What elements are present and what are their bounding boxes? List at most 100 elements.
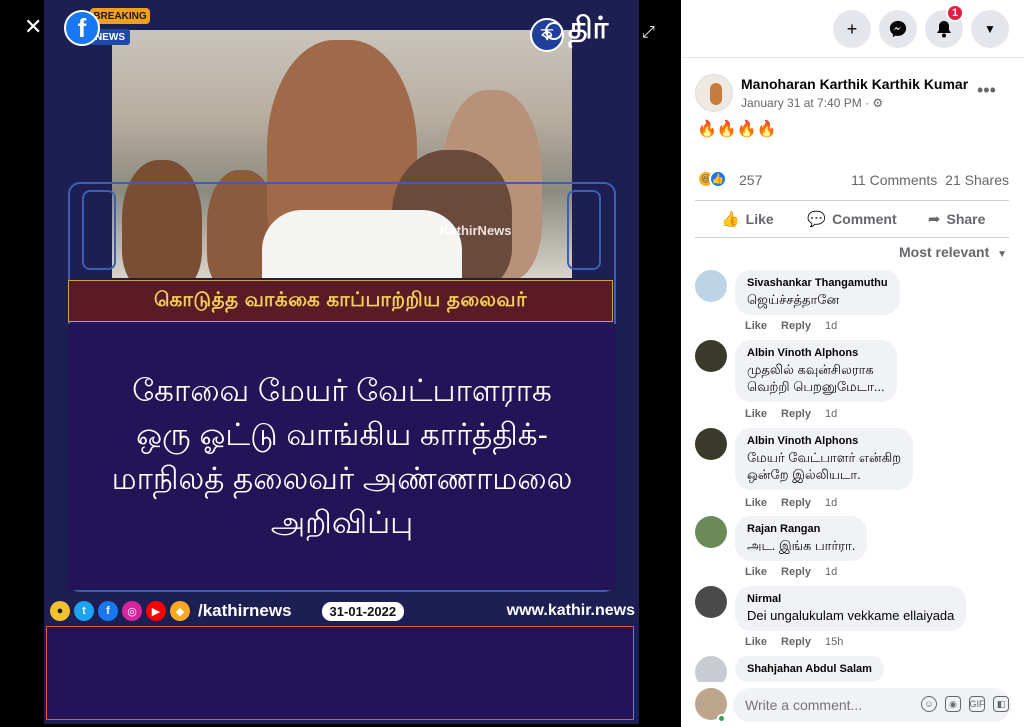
- news-poster-image: கொடுத்த வாக்கை காப்பாற்றிய தலைவர் கோவை ம…: [44, 0, 639, 724]
- comment-like-link[interactable]: Like: [745, 566, 767, 578]
- comment-bubble: Nirmal Dei ungalukulam vekkame ellaiyada: [735, 586, 967, 631]
- photo-watermark: KathirNews: [440, 223, 512, 238]
- post-text: 🔥🔥🔥🔥: [697, 121, 777, 138]
- commenter-avatar[interactable]: [695, 428, 727, 460]
- comment-reply-link[interactable]: Reply: [781, 636, 811, 648]
- poster-bottom-box: [46, 626, 634, 720]
- comments-shares-count[interactable]: 11 Comments 21 Shares: [851, 172, 1009, 188]
- gif-icon[interactable]: GIF: [969, 696, 985, 712]
- commenter-name[interactable]: Albin Vinoth Alphons: [747, 347, 885, 359]
- commenter-avatar[interactable]: [695, 586, 727, 618]
- facebook-icon: f: [98, 601, 118, 621]
- comment: Albin Vinoth Alphons முதலில் கவுன்சிலராக…: [695, 340, 1015, 420]
- post-stats: 😆 👍 257 11 Comments 21 Shares: [697, 168, 1009, 190]
- photo-viewer: கொடுத்த வாக்கை காப்பாற்றிய தலைவர் கோவை ம…: [0, 0, 681, 727]
- poster-body-line: கோவை மேயர் வேட்பாளராக: [132, 373, 552, 408]
- comments-count[interactable]: 11 Comments: [851, 172, 937, 188]
- commenter-name[interactable]: Albin Vinoth Alphons: [747, 435, 901, 447]
- comment-bubble: Sivashankar Thangamuthu ஜெய்ச்சத்தானே: [735, 270, 900, 315]
- brand-text: திர்: [568, 12, 609, 45]
- commenter-name[interactable]: Rajan Rangan: [747, 523, 855, 535]
- comment-time[interactable]: 1d: [825, 408, 837, 420]
- poster-date: 31-01-2022: [321, 601, 405, 621]
- comment-text: முதலில் கவுன்சிலராக: [747, 362, 874, 377]
- online-status-icon: [717, 714, 726, 723]
- commenter-avatar[interactable]: [695, 516, 727, 548]
- comment-bubble: Albin Vinoth Alphons மேயர் வேட்பாளர் என்…: [735, 428, 914, 490]
- comment-text: Dei ungalukulam vekkame ellaiyada: [747, 608, 955, 623]
- poster-website: www.kathir.news: [506, 602, 635, 619]
- comment-reply-link[interactable]: Reply: [781, 566, 811, 578]
- emoji-icon[interactable]: ☺: [921, 696, 937, 712]
- chevron-down-icon: ▼: [997, 249, 1008, 260]
- like-button[interactable]: 👍 Like: [695, 201, 800, 237]
- post-actions: 👍 Like 💬 Comment ➦ Share: [695, 200, 1009, 238]
- messenger-icon[interactable]: [879, 10, 917, 48]
- post-author-name[interactable]: Manoharan Karthik Karthik Kumar: [741, 76, 968, 92]
- zoom-icon[interactable]: [545, 22, 563, 40]
- notification-badge: 1: [946, 4, 964, 22]
- comment-text: மேயர் வேட்பாளர் என்கிற: [747, 450, 902, 465]
- plus-icon[interactable]: +: [833, 10, 871, 48]
- comment: Shahjahan Abdul Salam: [695, 656, 1015, 682]
- reaction-count[interactable]: 257: [739, 172, 762, 188]
- caret-down-icon[interactable]: ▼: [971, 10, 1009, 48]
- comment-sort-dropdown[interactable]: Most relevant ▼: [899, 244, 1007, 260]
- comment-reply-link[interactable]: Reply: [781, 497, 811, 509]
- youtube-icon: ▶: [146, 601, 166, 621]
- comment: Rajan Rangan அட. இங்க பார்ரா. Like Reply 1…: [695, 516, 1015, 580]
- comment-time[interactable]: 1d: [825, 566, 837, 578]
- author-avatar[interactable]: [695, 74, 733, 112]
- comment-label: Comment: [832, 211, 897, 227]
- sort-label: Most relevant: [899, 244, 990, 260]
- close-icon[interactable]: ✕: [24, 16, 42, 38]
- commenter-name[interactable]: Shahjahan Abdul Salam: [747, 663, 872, 675]
- comment-footer: Like Reply 1d: [745, 497, 837, 509]
- expand-icon[interactable]: ⤢: [642, 24, 655, 42]
- headline-bar: கொடுத்த வாக்கை காப்பாற்றிய தலைவர்: [68, 280, 613, 322]
- comment-time[interactable]: 1d: [825, 320, 837, 332]
- instagram-icon: ◎: [122, 601, 142, 621]
- shares-count[interactable]: 21 Shares: [945, 172, 1009, 188]
- like-reaction-icon: 👍: [709, 170, 727, 188]
- comment-text: ஒன்றே இல்லியடா.: [747, 467, 861, 482]
- comment-time[interactable]: 15h: [825, 636, 843, 648]
- comment-footer: Like Reply 1d: [745, 408, 837, 420]
- comment-like-link[interactable]: Like: [745, 320, 767, 332]
- commenter-name[interactable]: Sivashankar Thangamuthu: [747, 277, 888, 289]
- top-bar: + 1 ▼: [681, 0, 1024, 58]
- camera-icon[interactable]: ◉: [945, 696, 961, 712]
- comment-footer: Like Reply 1d: [745, 320, 837, 332]
- comment-reply-link[interactable]: Reply: [781, 320, 811, 332]
- poster-footer: ● t f ◎ ▶ ◆ /kathirnews 31-01-2022 www.k…: [50, 598, 635, 624]
- sharechat-icon: ◆: [170, 601, 190, 621]
- comment-composer: ☺ ◉ GIF ◧: [695, 686, 1015, 724]
- post-timestamp[interactable]: January 31 at 7:40 PM · ⚙: [741, 96, 883, 110]
- comment-time[interactable]: 1d: [825, 497, 837, 509]
- commenter-avatar[interactable]: [695, 270, 727, 302]
- facebook-logo-icon: f: [64, 10, 100, 46]
- comment: Nirmal Dei ungalukulam vekkame ellaiyada…: [695, 586, 1015, 650]
- poster-body-line: ஒரு ஓட்டு வாங்கிய கார்த்திக்-: [136, 417, 548, 452]
- reaction-icons[interactable]: 😆 👍: [697, 170, 727, 188]
- more-options-icon[interactable]: •••: [977, 80, 996, 101]
- comment-text: அட. இங்க பார்ரா.: [747, 538, 856, 553]
- commenter-avatar[interactable]: [695, 340, 727, 372]
- sticker-icon[interactable]: ◧: [993, 696, 1009, 712]
- comment-bubble: Shahjahan Abdul Salam: [735, 656, 884, 682]
- commenter-name[interactable]: Nirmal: [747, 593, 954, 605]
- comment-like-link[interactable]: Like: [745, 497, 767, 509]
- comment-bubble: Albin Vinoth Alphons முதலில் கவுன்சிலராக…: [735, 340, 897, 402]
- comment-like-link[interactable]: Like: [745, 408, 767, 420]
- comment-button[interactable]: 💬 Comment: [800, 201, 905, 237]
- comment-bubble: Rajan Rangan அட. இங்க பார்ரா.: [735, 516, 868, 561]
- twitter-icon: t: [74, 601, 94, 621]
- comment-text: வெற்றி பெறனுமேடா...: [747, 379, 885, 394]
- commenter-avatar[interactable]: [695, 656, 727, 682]
- comment-reply-link[interactable]: Reply: [781, 408, 811, 420]
- comment-like-link[interactable]: Like: [745, 636, 767, 648]
- share-icon: ➦: [927, 211, 941, 228]
- share-button[interactable]: ➦ Share: [904, 201, 1009, 237]
- poster-body-line: அறிவிப்பு: [270, 505, 414, 540]
- post-panel: + 1 ▼ Manoharan Karthik Karthik Kumar Ja…: [681, 0, 1024, 727]
